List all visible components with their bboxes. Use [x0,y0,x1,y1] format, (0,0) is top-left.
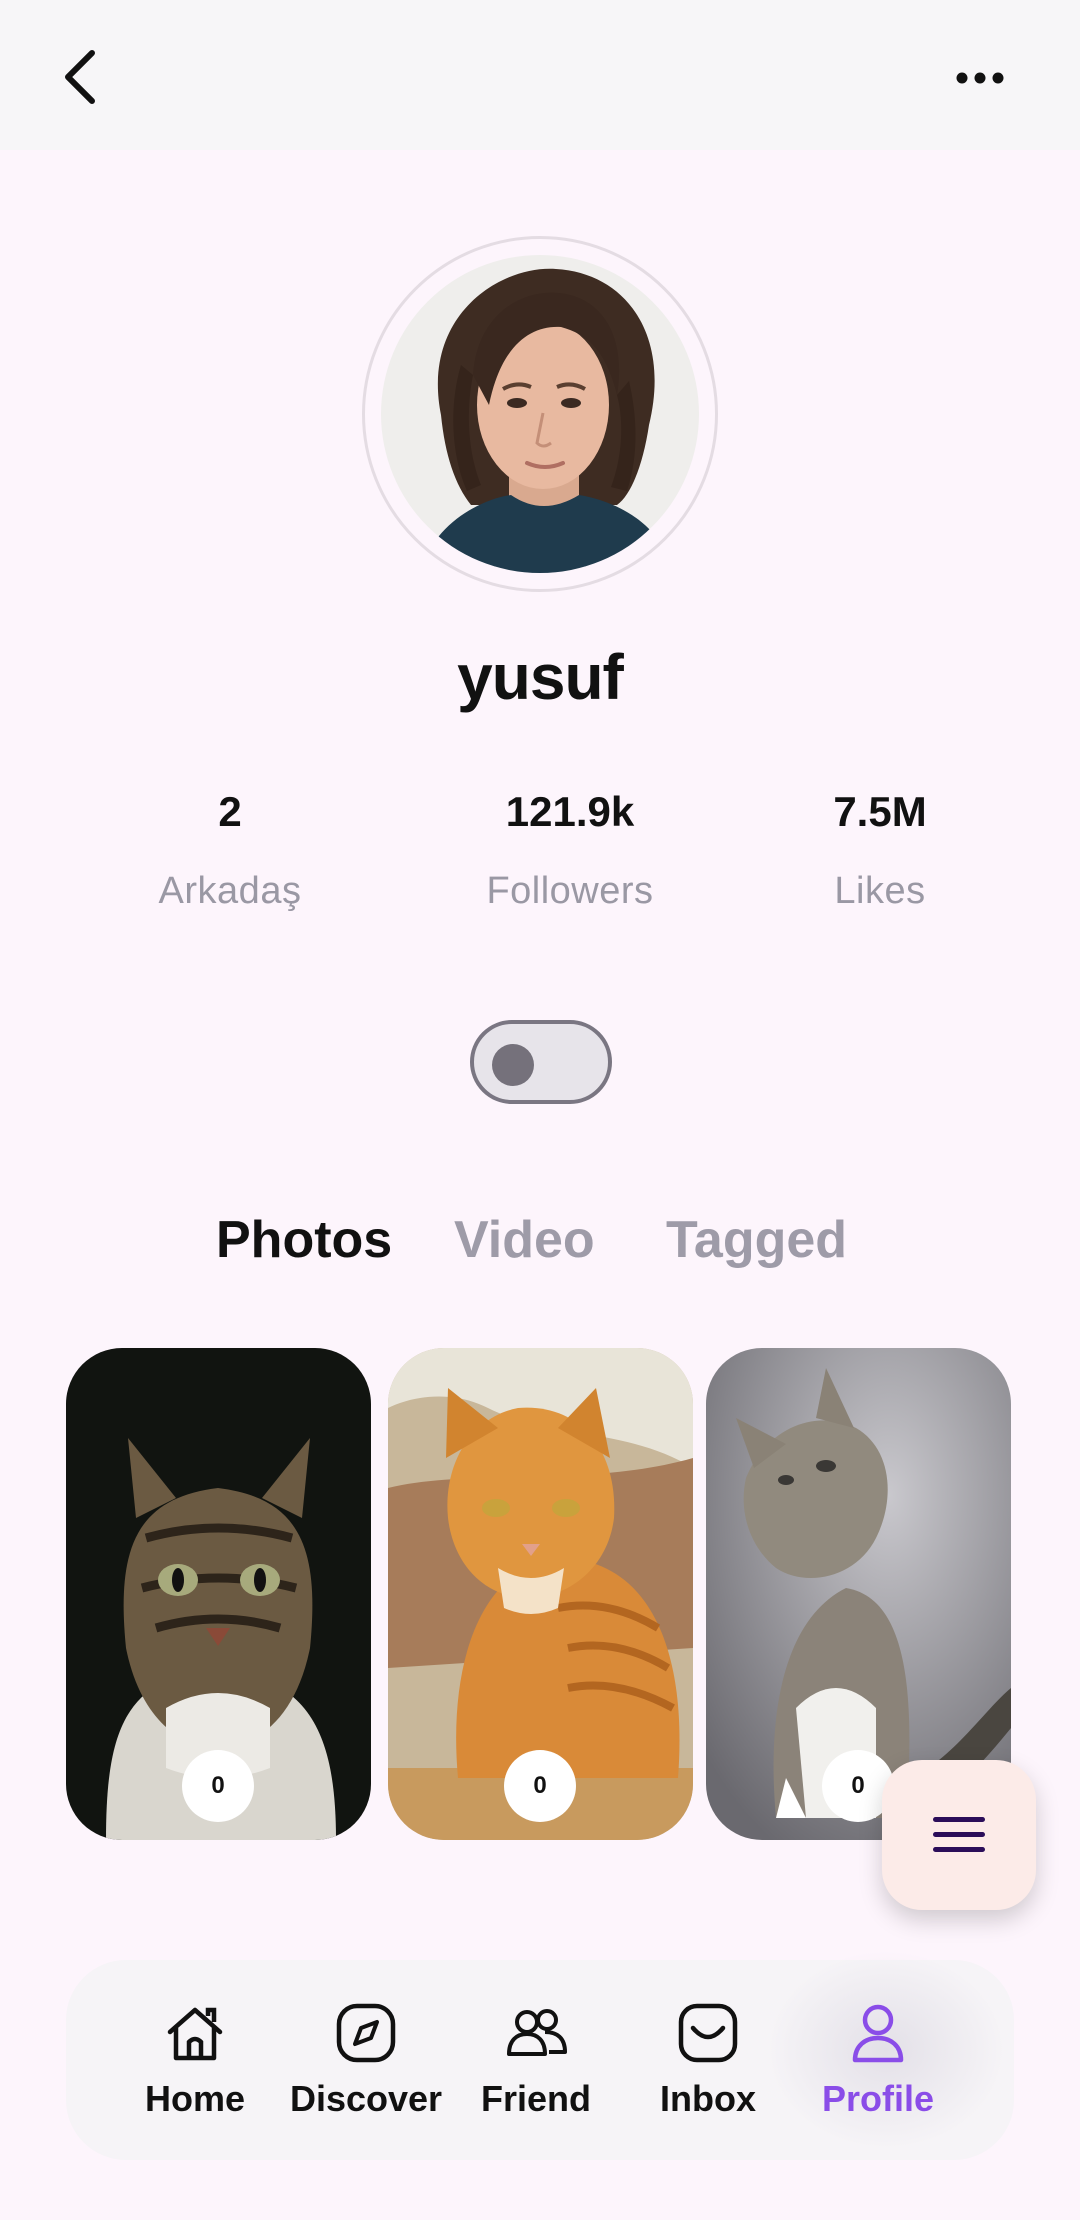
stat-followers[interactable]: 121.9k Followers [440,788,700,913]
reaction-count: 0 [504,1750,576,1822]
nav-discover[interactable]: Discover [286,2000,446,2120]
reaction-count: 0 [182,1750,254,1822]
stat-likes[interactable]: 7.5M Likes [750,788,1010,913]
nav-label: Inbox [660,2078,756,2119]
nav-home[interactable]: Home [115,2000,275,2120]
home-icon [167,2007,223,2061]
stat-value: 7.5M [833,788,927,835]
menu-fab[interactable] [882,1760,1036,1910]
content-tabs: Photos Video Tagged [0,1210,1080,1280]
nav-friend[interactable]: Friend [456,2000,616,2120]
tab-video[interactable]: Video [454,1210,595,1270]
stat-value: 121.9k [505,788,635,835]
more-horizontal-icon [956,72,1004,84]
stat-label: Likes [834,870,926,912]
tab-photos[interactable]: Photos [216,1210,392,1270]
avatar[interactable] [381,255,699,573]
compass-icon [336,2003,396,2063]
username: yusuf [457,641,624,713]
avatar-ring [362,236,718,592]
profile-photo [381,255,699,573]
nav-inbox[interactable]: Inbox [628,2000,788,2120]
menu-icon [933,1817,985,1852]
nav-label: Profile [821,2078,935,2119]
photo-card[interactable]: 0 [66,1348,371,1840]
top-bar [0,0,1080,150]
nav-label: Discover [289,2078,443,2119]
photo-card[interactable]: 0 [388,1348,693,1840]
stat-label: Arkadaş [158,870,302,912]
more-options-button[interactable] [948,50,1012,106]
tab-tagged[interactable]: Tagged [666,1210,847,1270]
inbox-icon [678,2003,738,2063]
friends-icon [507,2009,567,2056]
profile-icon [852,2004,904,2063]
nav-label: Friend [480,2078,591,2119]
chevron-left-icon [65,50,95,104]
toggle-switch[interactable] [470,1020,612,1104]
toggle-knob [492,1044,534,1086]
back-button[interactable] [50,42,110,112]
stat-label: Followers [486,870,654,912]
stat-value: 2 [218,788,242,835]
stat-friends[interactable]: 2 Arkadaş [100,788,360,913]
nav-profile[interactable]: Profile [798,2000,958,2120]
nav-label: Home [144,2078,246,2119]
